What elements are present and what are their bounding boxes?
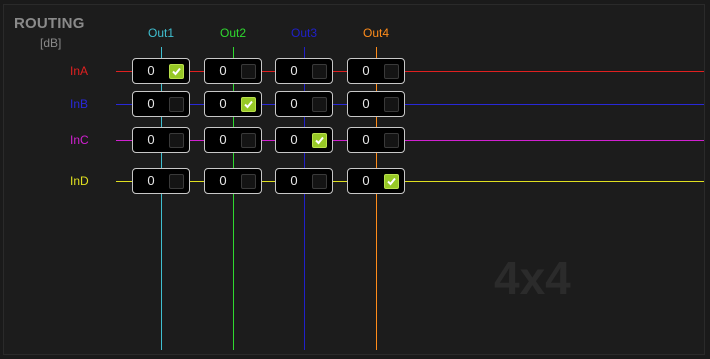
gain-value[interactable]: 0 xyxy=(133,173,169,188)
output-label-2: Out2 xyxy=(219,26,246,40)
gain-value[interactable]: 0 xyxy=(205,173,241,188)
route-cell[interactable]: 0 xyxy=(204,127,262,153)
gain-value[interactable]: 0 xyxy=(348,173,384,188)
input-label-4: InD xyxy=(70,174,89,188)
route-cell[interactable]: 0 xyxy=(347,127,405,153)
gain-value[interactable]: 0 xyxy=(348,63,384,78)
output-label-1: Out1 xyxy=(147,26,174,40)
route-cell[interactable]: 0 xyxy=(347,168,405,194)
input-label-1: InA xyxy=(70,64,89,78)
route-cell[interactable]: 0 xyxy=(347,58,405,84)
matrix-size-watermark: 4x4 xyxy=(494,252,571,304)
route-cell[interactable]: 0 xyxy=(204,58,262,84)
route-checkbox[interactable] xyxy=(384,133,399,148)
route-cell[interactable]: 0 xyxy=(132,127,190,153)
gain-value[interactable]: 0 xyxy=(205,96,241,111)
route-cell[interactable]: 0 xyxy=(275,168,333,194)
route-checkbox[interactable] xyxy=(312,97,327,112)
input-label-2: InB xyxy=(70,97,89,111)
route-checkbox[interactable] xyxy=(241,133,256,148)
route-cell[interactable]: 0 xyxy=(204,91,262,117)
route-cell[interactable]: 0 xyxy=(204,168,262,194)
gain-value[interactable]: 0 xyxy=(276,132,312,147)
gain-value[interactable]: 0 xyxy=(276,96,312,111)
gain-value[interactable]: 0 xyxy=(133,63,169,78)
route-checkbox[interactable] xyxy=(169,64,184,79)
route-checkbox[interactable] xyxy=(169,174,184,189)
route-checkbox[interactable] xyxy=(241,97,256,112)
route-cell[interactable]: 0 xyxy=(132,168,190,194)
gain-value[interactable]: 0 xyxy=(276,173,312,188)
route-cell[interactable]: 0 xyxy=(132,58,190,84)
route-checkbox[interactable] xyxy=(312,64,327,79)
route-cell[interactable]: 0 xyxy=(275,127,333,153)
routing-panel: ROUTING [dB] 4x4 Out1 Out2 Out3 Out4 InA InB I… xyxy=(3,4,705,355)
route-checkbox[interactable] xyxy=(241,174,256,189)
output-label-4: Out4 xyxy=(362,26,389,40)
route-cell[interactable]: 0 xyxy=(347,91,405,117)
gain-value[interactable]: 0 xyxy=(133,96,169,111)
unit-label: [dB] xyxy=(40,36,62,50)
gain-value[interactable]: 0 xyxy=(205,63,241,78)
gain-value[interactable]: 0 xyxy=(348,96,384,111)
route-checkbox[interactable] xyxy=(384,64,399,79)
route-checkbox[interactable] xyxy=(384,97,399,112)
gain-value[interactable]: 0 xyxy=(205,132,241,147)
route-checkbox[interactable] xyxy=(169,133,184,148)
gain-value[interactable]: 0 xyxy=(133,132,169,147)
route-cell[interactable]: 0 xyxy=(275,91,333,117)
panel-title: ROUTING xyxy=(14,15,85,32)
route-checkbox[interactable] xyxy=(169,97,184,112)
route-checkbox[interactable] xyxy=(312,174,327,189)
gain-value[interactable]: 0 xyxy=(276,63,312,78)
input-label-3: InC xyxy=(70,133,89,147)
route-checkbox[interactable] xyxy=(312,133,327,148)
route-checkbox[interactable] xyxy=(384,174,399,189)
route-cell[interactable]: 0 xyxy=(132,91,190,117)
route-cell[interactable]: 0 xyxy=(275,58,333,84)
gain-value[interactable]: 0 xyxy=(348,132,384,147)
route-checkbox[interactable] xyxy=(241,64,256,79)
output-label-3: Out3 xyxy=(290,26,317,40)
